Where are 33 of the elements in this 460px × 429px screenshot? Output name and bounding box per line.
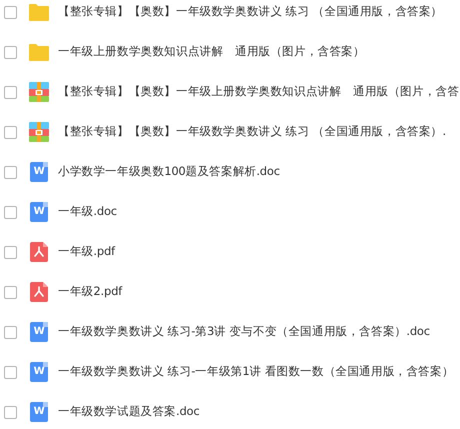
file-name[interactable]: 一年级.doc [58, 203, 117, 221]
word-document-icon: W [30, 362, 48, 382]
checkbox[interactable] [4, 6, 17, 18]
word-document-icon: W [30, 322, 48, 342]
file-name[interactable]: 【整张专辑】【奥数】一年级数学奥数讲义 练习 （全国通用版，含答案） [58, 3, 443, 21]
checkbox[interactable] [4, 246, 17, 258]
folder-icon [29, 3, 49, 21]
pdf-document-icon [30, 242, 48, 262]
archive-icon [29, 82, 49, 102]
checkbox[interactable] [4, 126, 17, 138]
file-name[interactable]: 【整张专辑】【奥数】一年级数学奥数讲义 练习 （全国通用版，含答案）. [58, 123, 446, 141]
pdf-document-icon [30, 282, 48, 302]
file-name[interactable]: 小学数学一年级奥数100题及答案解析.doc [58, 163, 280, 181]
file-name[interactable]: 一年级数学奥数讲义 练习-一年级第1讲 看图数一数（全国通用版，含答案） [58, 363, 454, 381]
file-name[interactable]: 一年级.pdf [58, 243, 115, 261]
file-name[interactable]: 一年级数学试题及答案.doc [58, 403, 200, 421]
checkbox[interactable] [4, 286, 17, 298]
checkbox[interactable] [4, 46, 17, 58]
file-name[interactable]: 一年级上册数学奥数知识点讲解 通用版（图片，含答案） [58, 43, 365, 61]
archive-icon [29, 122, 49, 142]
file-name[interactable]: 【整张专辑】【奥数】一年级上册数学奥数知识点讲解 通用版（图片，含答 [58, 83, 460, 101]
file-name[interactable]: 一年级2.pdf [58, 283, 122, 301]
word-document-icon: W [30, 202, 48, 222]
checkbox[interactable] [4, 206, 17, 218]
word-document-icon: W [30, 402, 48, 422]
checkbox[interactable] [4, 326, 17, 338]
checkbox[interactable] [4, 166, 17, 178]
folder-icon [29, 43, 49, 61]
checkbox[interactable] [4, 406, 17, 418]
checkbox[interactable] [4, 366, 17, 378]
word-document-icon: W [30, 162, 48, 182]
file-name[interactable]: 一年级数学奥数讲义 练习-第3讲 变与不变（全国通用版，含答案）.doc [58, 323, 430, 341]
checkbox[interactable] [4, 86, 17, 98]
